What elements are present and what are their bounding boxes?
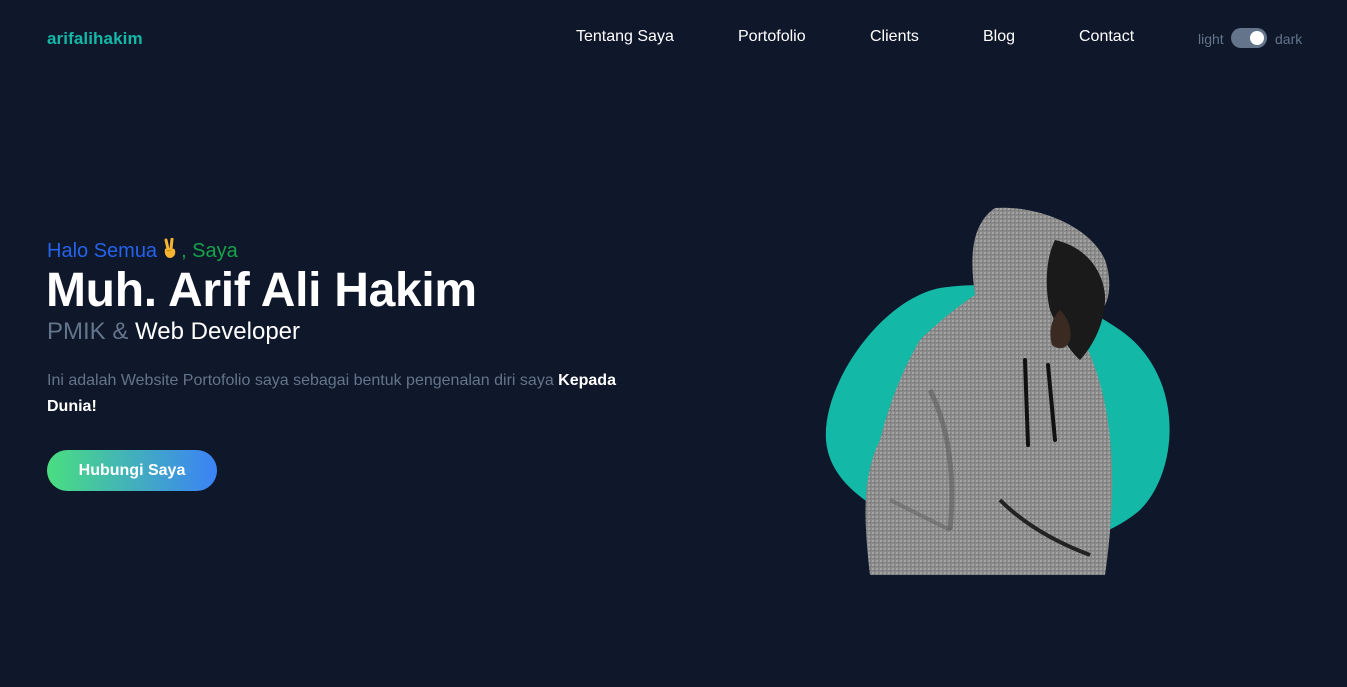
toggle-light-label: light [1198, 31, 1224, 47]
switch-knob [1250, 31, 1264, 45]
nav-link-tentang-saya[interactable]: Tentang Saya [576, 28, 674, 46]
toggle-dark-label: dark [1275, 31, 1303, 47]
nav-link-portofolio[interactable]: Portofolio [738, 28, 806, 46]
nav-link-contact[interactable]: Contact [1079, 28, 1134, 46]
hero-greeting: Halo Semua , Saya [47, 238, 238, 263]
dark-mode-switch[interactable] [1231, 28, 1267, 48]
hero-role: PMIK & Web Developer [47, 318, 300, 346]
nav-link-blog[interactable]: Blog [983, 28, 1015, 46]
hero-portrait-image [825, 207, 1170, 575]
greeting-text: Halo Semua [47, 240, 158, 262]
main-nav: Tentang Saya Portofolio Clients Blog Con… [0, 28, 1347, 48]
page: arifalihakim Tentang Saya Portofolio Cli… [0, 0, 1347, 687]
victory-hand-icon [164, 238, 176, 258]
greeting-saya: , Saya [181, 240, 238, 262]
hero-name: Muh. Arif Ali Hakim [46, 264, 477, 317]
role-web-developer: Web Developer [135, 318, 301, 345]
description-text: Ini adalah Website Portofolio saya sebag… [47, 372, 554, 389]
nav-link-clients[interactable]: Clients [870, 28, 919, 46]
theme-toggle: light dark [1198, 28, 1308, 48]
hero-description: Ini adalah Website Portofolio saya sebag… [47, 368, 647, 420]
site-header: arifalihakim Tentang Saya Portofolio Cli… [0, 0, 1347, 76]
contact-button[interactable]: Hubungi Saya [47, 450, 217, 491]
role-pmik: PMIK & [47, 318, 129, 345]
